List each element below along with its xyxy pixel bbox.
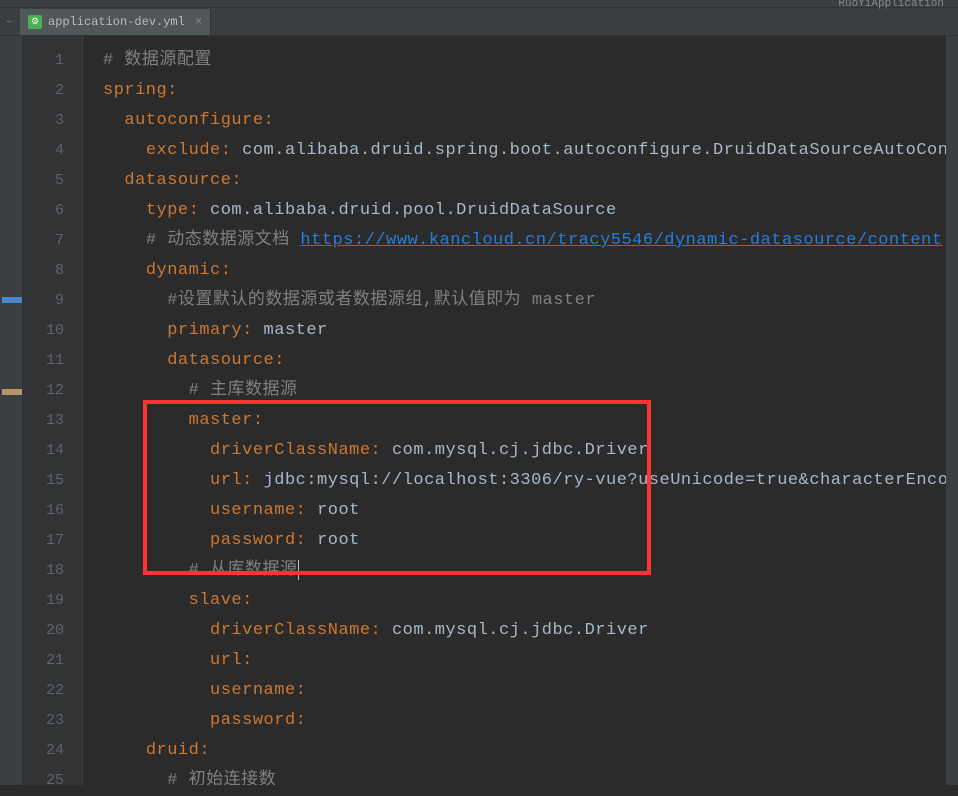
code-text: master: [189,411,264,430]
url-link[interactable]: https://www.kancloud.cn/tracy5546/dynami… [300,231,942,250]
code-text: #设置默认的数据源或者数据源组,默认值即为 master [167,291,596,310]
code-text: slave: [189,591,253,610]
line-number: 14 [23,436,64,466]
code-text: driverClassName: [210,441,392,460]
line-number: 18 [23,556,64,586]
line-number: 17 [23,526,64,556]
line-number: 9 [23,286,64,316]
code-text: url: [210,651,253,670]
file-tab[interactable]: ⚙ application-dev.yml × [20,9,211,35]
code-text: primary: [167,321,263,340]
code-text: # 主库数据源 [189,381,298,400]
text-cursor [298,560,299,580]
close-icon[interactable]: × [195,15,202,29]
code-text: druid: [146,741,210,760]
code-text: url: [210,471,264,490]
line-number: 1 [23,46,64,76]
line-number: 24 [23,736,64,766]
line-number: 22 [23,676,64,706]
code-text: username: [210,501,317,520]
line-number: 11 [23,346,64,376]
code-text: password: [210,531,317,550]
line-number: 7 [23,226,64,256]
code-text: # 初始连接数 [167,771,276,785]
code-text: com.alibaba.druid.pool.DruidDataSource [210,201,617,220]
line-number: 20 [23,616,64,646]
code-text: spring: [103,81,178,100]
run-config-label[interactable]: RuoYiApplication [832,0,950,12]
code-text: jdbc:mysql://localhost:3306/ry-vue?useUn… [264,471,958,490]
code-text: root [317,531,360,550]
line-number: 6 [23,196,64,226]
code-text: driverClassName: [210,621,392,640]
line-number: 23 [23,706,64,736]
line-number: 15 [23,466,64,496]
code-text: # 动态数据源文档 [146,231,301,250]
code-editor[interactable]: # 数据源配置 spring: autoconfigure: exclude: … [83,36,958,785]
line-number: 19 [23,586,64,616]
top-toolbar: RuoYiApplication [0,0,958,8]
code-text: # 数据源配置 [103,51,212,70]
tab-prev-arrow[interactable]: ← [0,16,20,27]
code-text: datasource: [124,171,242,190]
line-number: 8 [23,256,64,286]
code-text: exclude: [146,141,242,160]
vertical-scrollbar[interactable] [946,36,958,785]
line-number: 5 [23,166,64,196]
code-text: dynamic: [146,261,232,280]
code-text: master [264,321,328,340]
tab-bar: ← ⚙ application-dev.yml × [0,8,958,36]
code-text: # 从库数据源 [189,561,298,580]
line-number: 4 [23,136,64,166]
line-number: 13 [23,406,64,436]
code-text: com.mysql.cj.jdbc.Driver [392,621,649,640]
line-number: 16 [23,496,64,526]
code-text: password: [210,711,306,730]
line-number: 21 [23,646,64,676]
line-number: 10 [23,316,64,346]
code-text: com.alibaba.druid.spring.boot.autoconfig… [242,141,958,160]
vcs-marker-blue[interactable] [2,297,22,303]
code-text: username: [210,681,306,700]
left-sidebar[interactable] [0,36,23,785]
tab-filename: application-dev.yml [48,15,185,29]
code-text: root [317,501,360,520]
yaml-file-icon: ⚙ [28,15,42,29]
line-number: 12 [23,376,64,406]
code-text: autoconfigure: [124,111,274,130]
line-number: 25 [23,766,64,796]
vcs-marker-orange[interactable] [2,389,22,395]
line-number: 2 [23,76,64,106]
line-number: 3 [23,106,64,136]
editor-container: 1 2 3 4 5 6 7 8 9 10 11 12 13 14 15 16 1… [0,36,958,785]
gutter[interactable]: 1 2 3 4 5 6 7 8 9 10 11 12 13 14 15 16 1… [23,36,83,785]
code-text: com.mysql.cj.jdbc.Driver [392,441,649,460]
code-text: datasource: [167,351,285,370]
code-text: type: [146,201,210,220]
